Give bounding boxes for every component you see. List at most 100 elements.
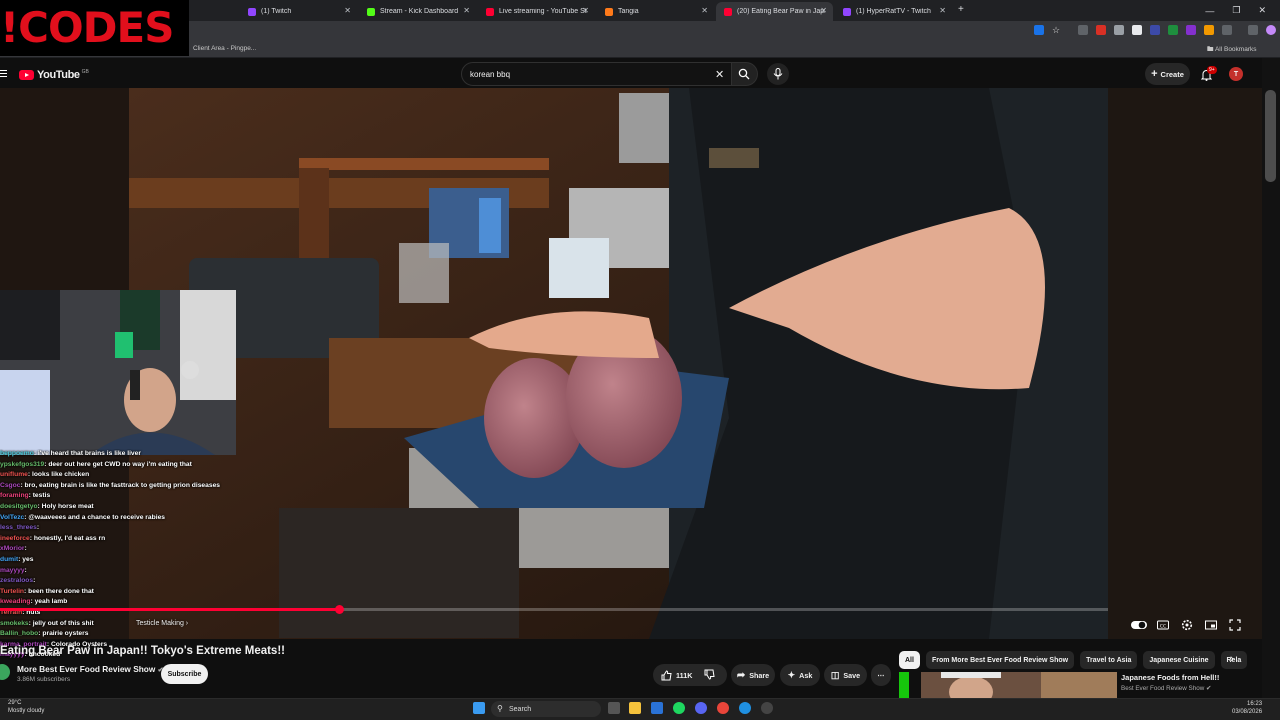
autoplay-toggle[interactable] (1131, 618, 1147, 632)
task-view-icon[interactable] (608, 702, 620, 714)
chat-text: i've heard that brains is like liver (37, 450, 141, 457)
search-input[interactable]: korean bbq ✕ (461, 62, 732, 86)
save-button[interactable]: ◫ Save (824, 664, 867, 686)
discord-icon[interactable] (695, 702, 707, 714)
youtube-logo[interactable]: YouTube GB (19, 69, 89, 81)
recommended-channel[interactable]: Best Ever Food Review Show ✔ (1121, 685, 1211, 692)
chat-message: kweading: yeah lamb (0, 597, 260, 608)
create-label: Create (1160, 69, 1184, 79)
share-icon: ➦ (736, 669, 746, 681)
chat-username: doesitgetyo (0, 502, 38, 510)
restore-icon[interactable]: ❐ (1232, 5, 1240, 16)
toggle-icon (1131, 621, 1147, 629)
extension-icon[interactable] (1204, 25, 1214, 35)
captions-button[interactable]: CC (1157, 618, 1171, 632)
chat-username: kweading (0, 598, 31, 606)
browser-tab[interactable]: (20) Eating Bear Paw in Japa ✕ (716, 2, 833, 21)
chat-username: uniflume (0, 471, 28, 479)
spotify-icon[interactable] (673, 702, 685, 714)
system-clock[interactable]: 16:23 03/08/2026 (1232, 700, 1262, 716)
svg-text:CC: CC (1160, 623, 1166, 629)
dislike-button[interactable] (704, 669, 715, 682)
extension-icon[interactable] (1078, 25, 1088, 35)
chat-text: bro, eating brain is like the fasttrack … (24, 481, 221, 489)
browser-tab[interactable]: (1) Twitch ✕ (240, 2, 357, 21)
translate-icon[interactable] (1034, 25, 1044, 35)
share-button[interactable]: ➦ Share (731, 664, 775, 686)
filter-chip[interactable]: Travel to Asia (1080, 651, 1138, 669)
extension-icon[interactable] (1114, 25, 1124, 35)
chrome-icon[interactable] (717, 702, 729, 714)
tab-close-icon[interactable]: ✕ (582, 6, 589, 15)
profile-icon[interactable] (1266, 25, 1276, 35)
search-button[interactable] (732, 62, 758, 86)
account-avatar[interactable]: T (1229, 67, 1243, 81)
browser-tab[interactable]: Live streaming - YouTube Studio✕ (478, 2, 595, 21)
recommended-thumbnail[interactable] (921, 672, 1117, 698)
new-tab-button[interactable]: + (958, 4, 964, 15)
miniplayer-button[interactable] (1205, 618, 1219, 632)
chat-text: deer out here get CWD no way i'm eating … (48, 460, 192, 468)
filter-chip[interactable]: From More Best Ever Food Review Show (925, 651, 1075, 669)
browser-tab[interactable]: Stream - Kick Dashboard ✕ (359, 2, 476, 21)
tab-close-icon[interactable]: ✕ (701, 6, 708, 15)
chat-message: Ballin_hobo: prairie oysters (0, 629, 260, 640)
extension-icon[interactable] (1150, 25, 1160, 35)
video-player[interactable] (129, 88, 1108, 639)
close-window-icon[interactable]: ✕ (1258, 5, 1266, 16)
chat-username: zestraloos (0, 577, 34, 585)
verified-icon: ✔ (1206, 685, 1212, 692)
puzzle-icon[interactable] (1222, 25, 1232, 35)
voice-search-button[interactable] (767, 63, 789, 85)
menu-icon[interactable] (0, 70, 7, 79)
more-actions-button[interactable]: ⋯ (871, 664, 891, 686)
bookmark-icon: ◫ (830, 669, 840, 680)
file-explorer-icon[interactable] (629, 702, 641, 714)
chat-message: Turtelin: been there done that (0, 587, 260, 598)
settings-button[interactable] (1181, 618, 1195, 632)
scrollbar-thumb[interactable] (1265, 90, 1276, 182)
chat-username: less_threes (0, 524, 37, 532)
browser-tab[interactable]: (1) HyperRatTV - Twitch ✕ (835, 2, 952, 21)
extension-icon[interactable] (1096, 25, 1106, 35)
browser-tab[interactable]: Tangia ✕ (597, 2, 714, 21)
tab-close-icon[interactable]: ✕ (820, 6, 827, 15)
tab-close-icon[interactable]: ✕ (463, 6, 470, 15)
app-icon[interactable] (739, 702, 751, 714)
taskbar-search[interactable]: ⚲ Search (491, 701, 601, 717)
start-icon[interactable] (473, 702, 485, 714)
progress-scrubber[interactable] (335, 605, 345, 614)
filter-chip[interactable]: Japanese Cuisine (1143, 651, 1215, 669)
filter-chip[interactable]: All (899, 651, 920, 669)
ask-button[interactable]: ✦ Ask (780, 664, 820, 686)
chat-text: been there done that (28, 587, 94, 595)
minimize-icon[interactable]: — (1205, 6, 1214, 16)
chapter-button[interactable]: Testicle Making › (136, 620, 188, 627)
store-icon[interactable] (651, 702, 663, 714)
extension-icon[interactable] (1186, 25, 1196, 35)
tab-close-icon[interactable]: ✕ (344, 6, 351, 15)
media-icon[interactable] (1248, 25, 1258, 35)
extension-icon[interactable] (1168, 25, 1178, 35)
channel-avatar[interactable] (0, 664, 10, 680)
chat-username: ypskefgos319 (0, 460, 45, 468)
tab-close-icon[interactable]: ✕ (939, 6, 946, 15)
obs-icon[interactable] (761, 702, 773, 714)
chat-message: xMorior: (0, 544, 260, 555)
like-button[interactable]: 111K (661, 669, 692, 681)
bookmark-item[interactable]: Client Area - Pingpe... (193, 45, 256, 52)
chips-next-button[interactable]: › (1230, 653, 1234, 665)
all-bookmarks[interactable]: 🖿 All Bookmarks (1207, 45, 1257, 56)
fullscreen-button[interactable] (1229, 618, 1243, 632)
recommended-title[interactable]: Japanese Foods from Hell!! (1121, 673, 1219, 682)
all-bookmarks-label: All Bookmarks (1214, 46, 1257, 53)
channel-name[interactable]: More Best Ever Food Review Show ✔ (17, 664, 164, 674)
create-button[interactable]: + Create (1145, 63, 1190, 85)
clear-search-icon[interactable]: ✕ (715, 68, 724, 81)
subscribe-button[interactable]: Subscribe (161, 664, 208, 684)
star-icon[interactable]: ☆ (1052, 25, 1062, 35)
tab-favicon-icon (486, 7, 494, 16)
youtube-play-icon (19, 70, 34, 80)
extension-icon[interactable] (1132, 25, 1142, 35)
weather-widget[interactable]: 29°C Mostly cloudy (8, 700, 44, 715)
